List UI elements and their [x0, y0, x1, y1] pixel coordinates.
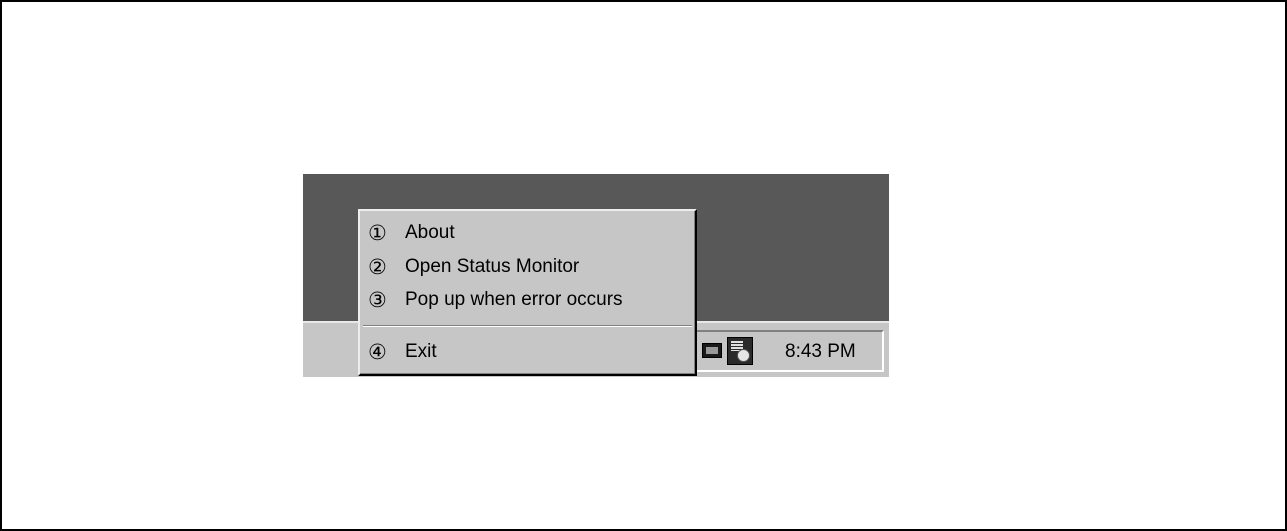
menu-item-label: Open Status Monitor	[405, 256, 580, 277]
menu-item-pop-up-on-error[interactable]: ③ Pop up when error occurs	[368, 285, 688, 315]
menu-separator	[363, 325, 692, 327]
menu-item-exit[interactable]: ④ Exit	[368, 337, 688, 367]
monitor-icon[interactable]	[702, 343, 722, 358]
tray-context-menu: ① About ② Open Status Monitor ③ Pop up when…	[358, 209, 697, 376]
menu-item-about[interactable]: ① About	[368, 218, 688, 248]
printer-status-icon[interactable]	[727, 337, 753, 365]
callout-number: ③	[368, 288, 387, 312]
callout-number: ①	[368, 221, 387, 245]
callout-number: ②	[368, 255, 387, 279]
menu-item-label: Pop up when error occurs	[405, 289, 623, 310]
tray-clock[interactable]: 8:43 PM	[785, 341, 856, 363]
callout-number: ④	[368, 340, 387, 364]
menu-item-open-status-monitor[interactable]: ② Open Status Monitor	[368, 252, 688, 282]
system-tray: 8:43 PM	[691, 330, 884, 372]
menu-item-label: About	[405, 222, 455, 243]
menu-item-label: Exit	[405, 341, 437, 362]
